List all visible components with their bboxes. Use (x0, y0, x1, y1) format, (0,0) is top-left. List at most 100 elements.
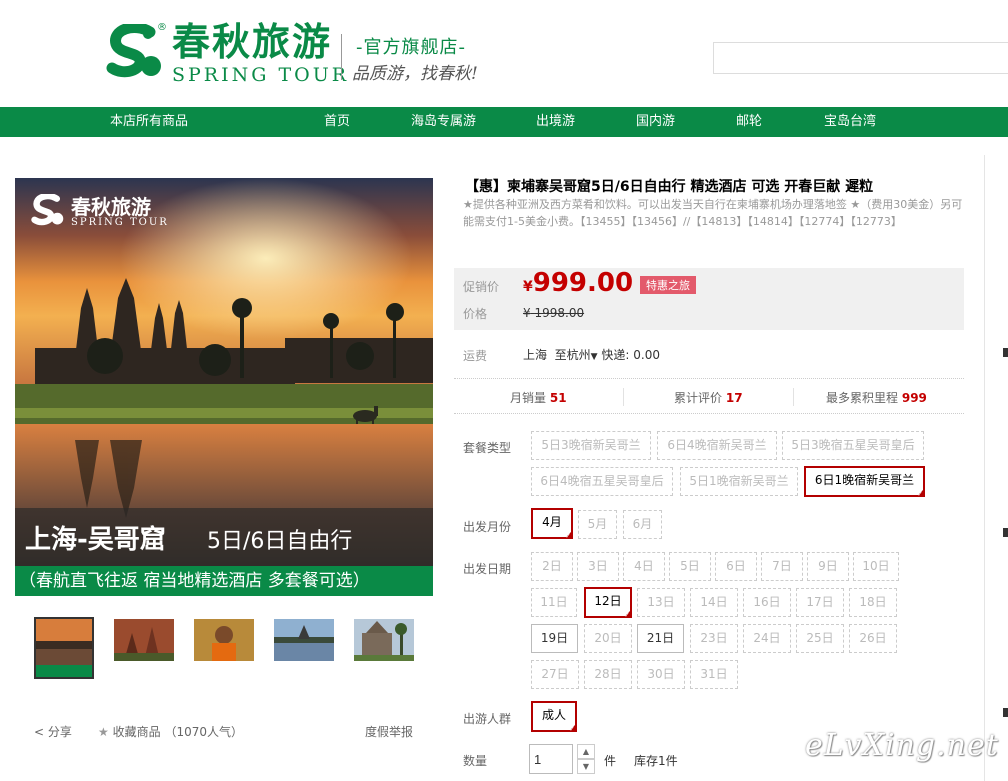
date-option[interactable]: 7日 (761, 552, 803, 581)
date-option[interactable]: 13日 (637, 588, 685, 617)
date-option[interactable]: 2日 (531, 552, 573, 581)
traveler-group-label: 出游人群 (463, 712, 512, 726)
chevron-up-icon: ▲ (582, 747, 590, 756)
thumbnail-4[interactable] (274, 619, 334, 661)
date-option[interactable]: 4日 (623, 552, 665, 581)
banner-caption: （春航直飞往返 宿当地精选酒店 多套餐可选） (15, 566, 433, 596)
package-option[interactable]: 5日3晚宿五星吴哥皇后 (782, 431, 924, 460)
nav-island-tours[interactable]: 海岛专属游 (411, 107, 476, 137)
package-option[interactable]: 5日1晚宿新吴哥兰 (680, 467, 798, 496)
date-option[interactable]: 23日 (690, 624, 738, 653)
brand-name-cn[interactable]: 春秋旅游 (172, 20, 332, 64)
shipping-info: 上海 至杭州▼ 快递: 0.00 (523, 346, 660, 363)
ship-method: 快递: 0.00 (601, 348, 660, 362)
stat-divider (623, 388, 624, 406)
stock-count: 库存1件 (634, 754, 678, 768)
nav-cruises[interactable]: 邮轮 (736, 107, 762, 137)
thumbnail-3[interactable] (194, 619, 254, 661)
star-icon: ★ (98, 725, 109, 739)
ship-destination-select[interactable]: 至杭州▼ (555, 348, 598, 362)
nav-taiwan[interactable]: 宝岛台湾 (824, 107, 876, 137)
date-option[interactable]: 17日 (796, 588, 844, 617)
month-option[interactable]: 6月 (623, 510, 662, 539)
favorite-count: （1070人气） (164, 725, 243, 739)
header-divider (341, 34, 342, 80)
package-type-label: 套餐类型 (463, 441, 512, 455)
registered-mark: ® (157, 22, 167, 33)
nav-all-products[interactable]: 本店所有商品 (110, 107, 188, 137)
banner-subtitle: 5日/6日自由行 (207, 529, 353, 554)
favorite-button[interactable]: ★ 收藏商品 （1070人气） (98, 723, 243, 740)
date-option[interactable]: 10日 (853, 552, 899, 581)
date-option-selected[interactable]: 12日 ✓ (584, 587, 632, 619)
package-option[interactable]: 5日3晚宿新吴哥兰 (531, 431, 651, 460)
date-option[interactable]: 5日 (669, 552, 711, 581)
watermark-text: eLvXing.net (805, 728, 999, 763)
date-option[interactable]: 28日 (584, 660, 632, 689)
chevron-down-icon: ▼ (590, 352, 598, 362)
month-option-selected[interactable]: 4月 ✓ (531, 508, 573, 540)
product-subtitle: ★提供各种亚洲及西方菜肴和饮料。可以出发当天自行在柬埔寨机场办理落地签 ★（费用… (463, 198, 963, 228)
report-link[interactable]: 度假举报 (365, 723, 413, 740)
date-option[interactable]: 20日 (584, 624, 632, 653)
date-option[interactable]: 11日 (531, 588, 577, 617)
package-option[interactable]: 6日4晚宿五星吴哥皇后 (531, 467, 673, 496)
chevron-down-icon: ▼ (582, 762, 590, 771)
ship-to: 至杭州 (554, 348, 591, 362)
side-panel-edge (1003, 708, 1008, 717)
check-icon: ✓ (624, 611, 630, 619)
check-icon: ✓ (565, 532, 571, 540)
stat-mileage: 最多累积里程 999 (826, 391, 927, 405)
store-header: ® 春秋旅游 SPRING TOUR -官方旗舰店- 品质游，找春秋! (0, 0, 1008, 107)
date-option[interactable]: 25日 (796, 624, 844, 653)
stat-reviews[interactable]: 累计评价 17 (674, 389, 743, 406)
date-option[interactable]: 3日 (577, 552, 619, 581)
package-option-selected[interactable]: 6日1晚宿新吴哥兰 ✓ (804, 466, 925, 498)
flagship-store-label: -官方旗舰店- (356, 37, 466, 58)
side-panel-edge (1003, 528, 1008, 537)
overlay-brand-en: SPRING TOUR (71, 217, 169, 228)
currency-symbol: ¥ (523, 279, 533, 295)
quantity-increase-button[interactable]: ▲ (577, 744, 595, 759)
quantity-input[interactable] (529, 744, 573, 774)
month-option[interactable]: 5月 (578, 510, 617, 539)
package-option[interactable]: 6日4晚宿新吴哥兰 (657, 431, 777, 460)
promo-price: ¥999.00 (523, 268, 633, 298)
share-button[interactable]: < 分享 (34, 723, 72, 740)
date-option[interactable]: 18日 (849, 588, 897, 617)
date-option[interactable]: 14日 (690, 588, 738, 617)
nav-outbound-tours[interactable]: 出境游 (536, 107, 575, 137)
ship-from: 上海 (523, 348, 548, 362)
overlay-brand-cn: 春秋旅游 (71, 195, 151, 219)
thumbnail-5[interactable] (354, 619, 414, 661)
date-option[interactable]: 30日 (637, 660, 685, 689)
thumbnail-2[interactable] (114, 619, 174, 661)
thumbnail-1[interactable] (34, 617, 94, 679)
nav-home[interactable]: 首页 (324, 107, 350, 137)
search-input[interactable] (713, 42, 1008, 74)
date-option[interactable]: 27日 (531, 660, 579, 689)
date-option[interactable]: 16日 (743, 588, 791, 617)
date-option[interactable]: 6日 (715, 552, 757, 581)
main-product-image[interactable]: 春秋旅游 SPRING TOUR 上海-吴哥窟 5日/6日自由行 （春航直飞往返… (15, 178, 433, 596)
nav-domestic-tours[interactable]: 国内游 (636, 107, 675, 137)
store-slogan: 品质游，找春秋! (352, 64, 478, 84)
traveler-group-selected[interactable]: 成人 ✓ (531, 701, 577, 733)
date-label: 出发日期 (463, 562, 512, 576)
check-icon: ✓ (917, 490, 923, 498)
quantity-label: 数量 (463, 754, 488, 768)
quantity-decrease-button[interactable]: ▼ (577, 759, 595, 774)
check-icon: ✓ (569, 725, 575, 733)
price-label: 价格 (463, 307, 488, 321)
product-title: 【惠】柬埔寨吴哥窟5日/6日自由行 精选酒店 可选 开春巨献 遲粒 (465, 179, 874, 195)
date-option-available[interactable]: 19日 (531, 624, 578, 653)
date-option[interactable]: 31日 (690, 660, 738, 689)
date-option[interactable]: 26日 (849, 624, 897, 653)
share-label: 分享 (47, 725, 72, 739)
date-option-available[interactable]: 21日 (637, 624, 684, 653)
banner-title: 上海-吴哥窟 (25, 525, 166, 555)
banner-title-bar: 上海-吴哥窟 5日/6日自由行 (15, 508, 433, 566)
favorite-label: 收藏商品 (112, 725, 161, 739)
date-option[interactable]: 9日 (807, 552, 849, 581)
date-option[interactable]: 24日 (743, 624, 791, 653)
